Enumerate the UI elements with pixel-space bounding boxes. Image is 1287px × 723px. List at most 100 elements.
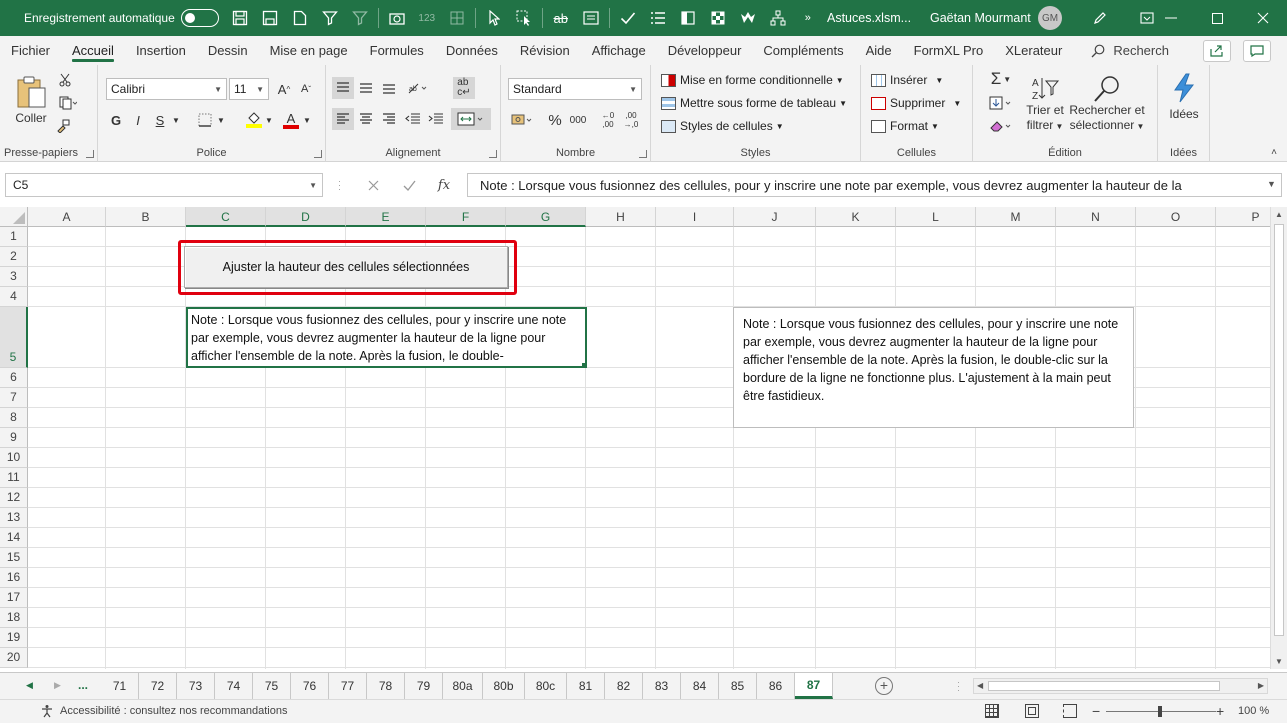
align-middle-icon[interactable] [355, 77, 377, 99]
camera-icon[interactable] [382, 0, 412, 36]
sheet-tab-82[interactable]: 82 [605, 673, 643, 699]
zoom-slider[interactable] [1106, 706, 1216, 717]
tab-accueil[interactable]: Accueil [61, 36, 125, 65]
fill-dropdown-icon[interactable]: ▼ [264, 109, 274, 131]
sheet-tab-74[interactable]: 74 [215, 673, 253, 699]
freeze-panes-icon[interactable] [673, 0, 703, 36]
autosave-toggle[interactable] [180, 9, 219, 27]
decrease-decimal-icon[interactable]: ,00 →,0 [620, 109, 642, 131]
formula-input[interactable]: Note : Lorsque vous fusionnez des cellul… [467, 173, 1282, 197]
row-header-17[interactable]: 17 [0, 588, 28, 608]
percent-icon[interactable]: % [545, 109, 565, 131]
borders-icon[interactable] [194, 109, 216, 131]
expand-formula-icon[interactable]: ▼ [1267, 179, 1276, 189]
comment-button[interactable] [1243, 40, 1271, 62]
align-center-icon[interactable] [355, 108, 377, 130]
increase-font-icon[interactable]: A ^ [274, 78, 294, 100]
row-header-1[interactable]: 1 [0, 227, 28, 247]
underline-button[interactable]: S [150, 109, 170, 131]
column-header-m[interactable]: M [976, 207, 1056, 227]
strikethrough-icon[interactable]: ab [546, 0, 576, 36]
font-color-dropdown-icon[interactable]: ▼ [302, 109, 312, 131]
hscroll-thumb[interactable] [988, 681, 1220, 691]
filter-icon[interactable] [315, 0, 345, 36]
tab-insertion[interactable]: Insertion [125, 36, 197, 65]
scroll-down-icon[interactable]: ▼ [1275, 657, 1283, 666]
fill-color-icon[interactable] [243, 109, 265, 131]
check-icon[interactable] [613, 0, 643, 36]
row-header-3[interactable]: 3 [0, 267, 28, 287]
save-as-icon[interactable] [255, 0, 285, 36]
sheet-tab-72[interactable]: 72 [139, 673, 177, 699]
org-chart-icon[interactable] [763, 0, 793, 36]
column-header-h[interactable]: H [586, 207, 656, 227]
cut-icon[interactable] [56, 71, 74, 89]
orientation-icon[interactable]: ab [403, 77, 431, 99]
zoom-level[interactable]: 100 % [1238, 705, 1269, 717]
cancel-icon[interactable] [362, 174, 384, 196]
increase-decimal-icon[interactable]: ←0,00 [597, 109, 619, 131]
row-header-6[interactable]: 6 [0, 368, 28, 388]
sheet-tab-77[interactable]: 77 [329, 673, 367, 699]
row-header-2[interactable]: 2 [0, 247, 28, 267]
row-header-10[interactable]: 10 [0, 448, 28, 468]
zoom-in-icon[interactable]: + [1216, 703, 1224, 719]
sheet-tab-85[interactable]: 85 [719, 673, 757, 699]
search-box[interactable]: Recherch [1091, 43, 1169, 58]
format-as-table-button[interactable]: Mettre sous forme de tableau ▼ [661, 94, 847, 112]
share-button[interactable] [1203, 40, 1231, 62]
alignment-launcher-icon[interactable] [489, 150, 497, 158]
page-break-icon[interactable] [1063, 704, 1077, 718]
row-header-8[interactable]: 8 [0, 408, 28, 428]
fill-handle[interactable] [581, 362, 585, 366]
italic-button[interactable]: I [128, 109, 148, 131]
font-color-icon[interactable]: A [280, 109, 302, 131]
row-header-11[interactable]: 11 [0, 468, 28, 488]
font-size-dropdown[interactable]: 11 ▼ [229, 78, 269, 100]
avatar[interactable]: GM [1038, 6, 1062, 30]
tab-formules[interactable]: Formules [359, 36, 435, 65]
format-painter-icon[interactable] [54, 117, 72, 135]
column-header-i[interactable]: I [656, 207, 734, 227]
checker-icon[interactable] [703, 0, 733, 36]
sheet-tab-79[interactable]: 79 [405, 673, 443, 699]
tab-mise-en-page[interactable]: Mise en page [259, 36, 359, 65]
row-header-16[interactable]: 16 [0, 568, 28, 588]
sheet-tab-75[interactable]: 75 [253, 673, 291, 699]
tab-fichier[interactable]: Fichier [0, 36, 61, 65]
minimize-button[interactable] [1148, 0, 1194, 36]
autosum-icon[interactable]: Σ ▼ [985, 69, 1017, 89]
maximize-button[interactable] [1194, 0, 1240, 36]
row-header-12[interactable]: 12 [0, 488, 28, 508]
align-top-icon[interactable] [332, 77, 354, 99]
scroll-thumb[interactable] [1274, 224, 1284, 636]
column-header-f[interactable]: F [426, 207, 506, 227]
merge-center-icon[interactable] [451, 108, 491, 130]
zoom-out-icon[interactable]: − [1092, 703, 1100, 719]
row-header-18[interactable]: 18 [0, 608, 28, 628]
sheet-tab-84[interactable]: 84 [681, 673, 719, 699]
scroll-left-icon[interactable]: ◀ [977, 681, 983, 690]
zoom-thumb[interactable] [1158, 706, 1162, 717]
align-right-icon[interactable] [378, 108, 400, 130]
scroll-up-icon[interactable]: ▲ [1275, 210, 1283, 219]
column-header-e[interactable]: E [346, 207, 426, 227]
cursor-icon[interactable] [479, 0, 509, 36]
heart-icon[interactable] [733, 0, 763, 36]
row-header-5[interactable]: 5 [0, 307, 28, 368]
font-launcher-icon[interactable] [314, 150, 322, 158]
column-header-k[interactable]: K [816, 207, 896, 227]
list-icon[interactable] [643, 0, 673, 36]
conditional-format-button[interactable]: Mise en forme conditionnelle ▼ [661, 71, 844, 89]
align-bottom-icon[interactable] [378, 77, 400, 99]
more-icon[interactable]: » [793, 0, 823, 36]
sheet-ellipsis[interactable]: ... [78, 678, 88, 692]
prev-sheet-icon[interactable]: ◀ [26, 680, 33, 691]
insert-button[interactable]: Insérer ▼ [871, 71, 943, 89]
row-header-20[interactable]: 20 [0, 648, 28, 668]
tab-xlerateur[interactable]: XLerateur [994, 36, 1073, 65]
delete-button[interactable]: Supprimer ▼ [871, 94, 961, 112]
row-header-19[interactable]: 19 [0, 628, 28, 648]
sheet-tab-86[interactable]: 86 [757, 673, 795, 699]
scroll-right-icon[interactable]: ▶ [1258, 681, 1264, 690]
